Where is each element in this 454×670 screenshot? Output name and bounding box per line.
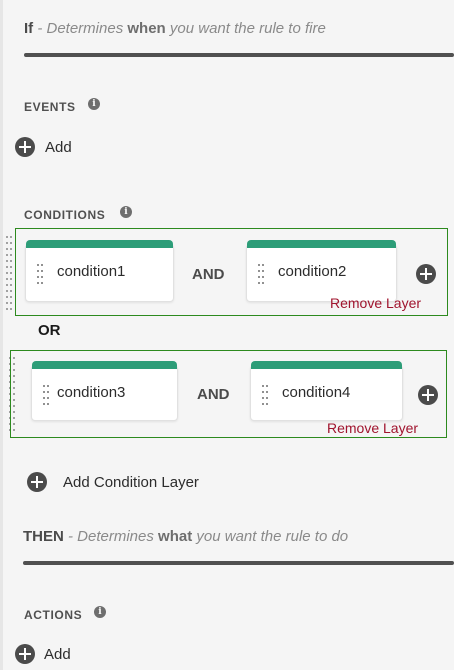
condition-card[interactable]: condition3 bbox=[31, 361, 178, 421]
if-divider bbox=[24, 53, 454, 57]
add-condition-layer-button[interactable]: Add Condition Layer bbox=[63, 474, 199, 491]
remove-layer-button[interactable]: Remove Layer bbox=[330, 295, 421, 311]
info-icon[interactable]: i bbox=[120, 206, 132, 218]
info-icon[interactable]: i bbox=[94, 606, 106, 618]
add-condition-plus-icon[interactable] bbox=[418, 385, 438, 405]
condition-name: condition4 bbox=[282, 384, 351, 401]
grip-icon[interactable] bbox=[37, 264, 43, 284]
condition-name: condition3 bbox=[57, 384, 126, 401]
condition-card-topbar bbox=[251, 361, 402, 369]
actions-label: ACTIONS bbox=[24, 608, 83, 622]
add-action-button[interactable]: Add bbox=[44, 646, 71, 663]
if-heading: If - Determines when you want the rule t… bbox=[24, 20, 326, 37]
or-operator: OR bbox=[38, 322, 61, 339]
then-heading: THEN - Determines what you want the rule… bbox=[23, 528, 349, 545]
info-icon[interactable]: i bbox=[88, 98, 100, 110]
condition-card[interactable]: condition4 bbox=[250, 361, 403, 421]
condition-name: condition1 bbox=[57, 263, 126, 280]
and-operator: AND bbox=[192, 266, 225, 283]
add-condition-layer-plus-icon[interactable] bbox=[27, 472, 47, 492]
then-divider bbox=[23, 561, 454, 565]
condition-card[interactable]: condition2 bbox=[246, 240, 397, 302]
grip-icon[interactable] bbox=[258, 264, 264, 284]
condition-card-topbar bbox=[247, 240, 396, 248]
add-action-plus-icon[interactable] bbox=[15, 644, 35, 664]
layer-drag-handle[interactable] bbox=[6, 234, 14, 314]
add-event-plus-icon[interactable] bbox=[15, 137, 35, 157]
add-condition-plus-icon[interactable] bbox=[416, 264, 436, 284]
events-label: EVENTS bbox=[24, 100, 76, 114]
and-operator: AND bbox=[197, 386, 230, 403]
condition-card[interactable]: condition1 bbox=[25, 240, 174, 302]
grip-icon[interactable] bbox=[43, 385, 49, 405]
condition-card-topbar bbox=[26, 240, 173, 248]
grip-icon[interactable] bbox=[262, 385, 268, 405]
left-panel-border bbox=[0, 0, 3, 670]
condition-name: condition2 bbox=[278, 263, 347, 280]
add-event-button[interactable]: Add bbox=[45, 139, 72, 156]
remove-layer-button[interactable]: Remove Layer bbox=[327, 420, 418, 436]
conditions-label: CONDITIONS bbox=[24, 208, 106, 222]
condition-card-topbar bbox=[32, 361, 177, 369]
